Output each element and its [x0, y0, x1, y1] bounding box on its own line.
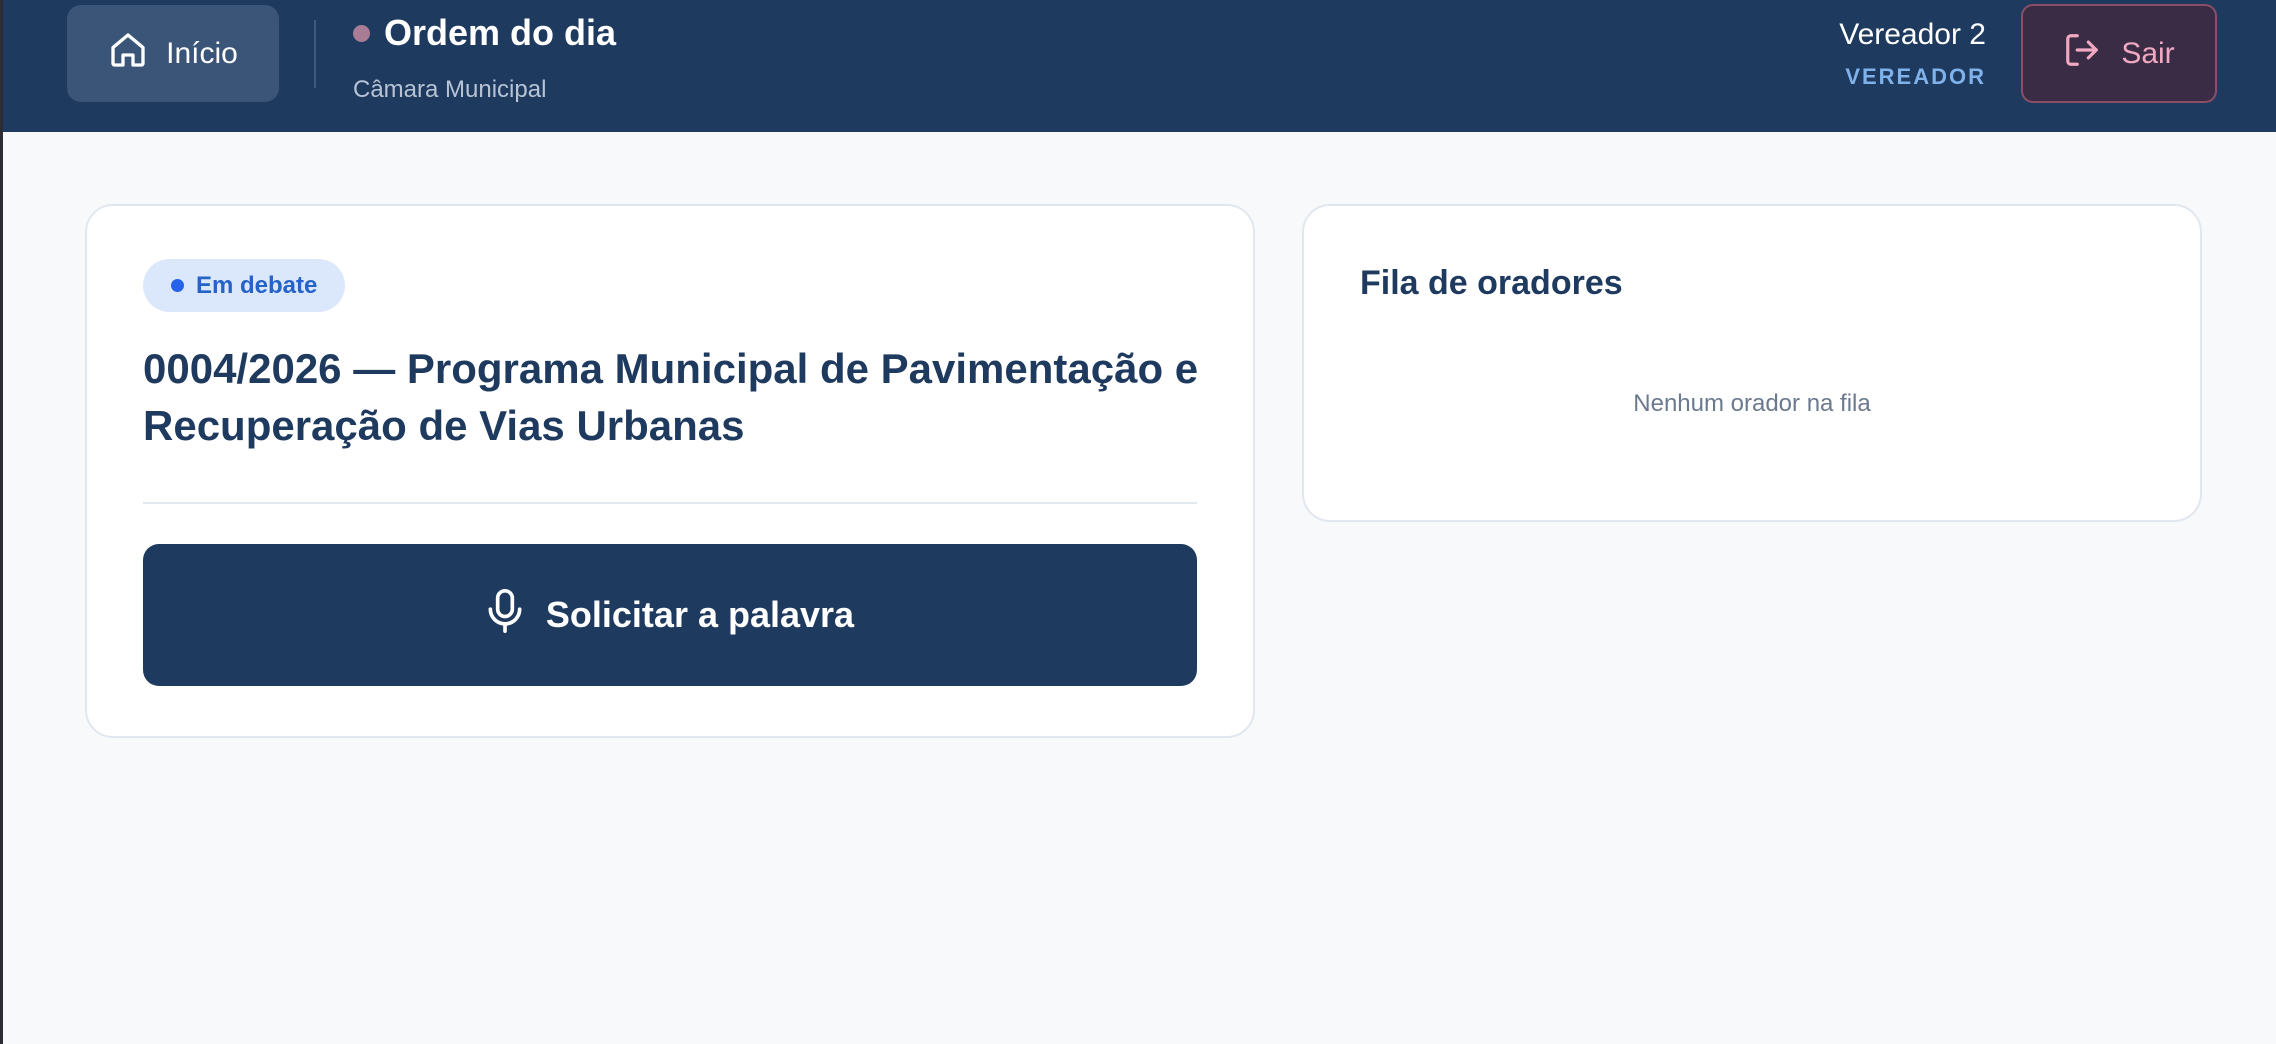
home-icon — [108, 30, 148, 78]
speakers-queue-empty-message: Nenhum orador na fila — [1633, 390, 1871, 417]
top-bar: Início Ordem do dia Câmara Municipal Ver… — [3, 0, 2276, 132]
status-dot — [171, 279, 184, 292]
user-role: VEREADOR — [1845, 64, 1986, 89]
agenda-item-title: 0004/2026 — Programa Municipal de Pavime… — [143, 345, 1199, 449]
app-frame: Início Ordem do dia Câmara Municipal Ver… — [0, 0, 2276, 1044]
user-info: Vereador 2 VEREADOR — [1839, 18, 1986, 90]
card-divider — [143, 502, 1197, 504]
logout-label: Sair — [2121, 36, 2175, 70]
speakers-queue-card: Fila de oradores Nenhum orador na fila — [1302, 204, 2202, 522]
home-button[interactable]: Início — [67, 5, 279, 102]
logout-icon — [2063, 31, 2101, 77]
status-badge: Em debate — [143, 259, 346, 312]
header-divider — [314, 20, 316, 88]
request-floor-button[interactable]: Solicitar a palavra — [143, 544, 1197, 686]
logout-button[interactable]: Sair — [2021, 4, 2217, 103]
microphone-icon — [486, 588, 524, 642]
request-floor-label: Solicitar a palavra — [545, 594, 855, 635]
session-status-dot — [353, 24, 370, 42]
home-label: Início — [166, 36, 238, 70]
status-badge-label: Em debate — [196, 271, 318, 299]
user-name: Vereador 2 — [1839, 18, 1986, 51]
page-title: Ordem do dia — [384, 12, 617, 53]
header-title-block: Ordem do dia Câmara Municipal — [353, 12, 616, 104]
agenda-item-card: Em debate 0004/2026 — Programa Municipal… — [85, 204, 1255, 738]
speakers-queue-title: Fila de oradores — [1360, 264, 1623, 302]
page-subtitle: Câmara Municipal — [353, 76, 547, 103]
